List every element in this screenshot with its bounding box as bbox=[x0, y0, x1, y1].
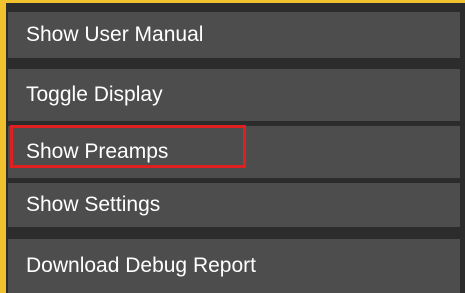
menu-item-show-preamps[interactable]: Show Preamps bbox=[8, 126, 460, 178]
menu-item-show-settings[interactable]: Show Settings bbox=[8, 183, 460, 227]
accent-border-top bbox=[0, 0, 465, 3]
menu-item-label: Show Preamps bbox=[26, 140, 169, 163]
menu-item-label: Show Settings bbox=[26, 193, 161, 216]
menu-item-toggle-display[interactable]: Toggle Display bbox=[8, 69, 460, 121]
menu-item-label: Toggle Display bbox=[26, 83, 163, 106]
menu-item-label: Download Debug Report bbox=[26, 254, 256, 277]
menu-item-label: Show User Manual bbox=[26, 23, 204, 46]
context-menu: Show User Manual Toggle Display Show Pre… bbox=[0, 0, 465, 293]
accent-border-left bbox=[0, 0, 6, 293]
menu-item-show-user-manual[interactable]: Show User Manual bbox=[8, 12, 460, 58]
menu-item-download-debug-report[interactable]: Download Debug Report bbox=[8, 239, 460, 293]
